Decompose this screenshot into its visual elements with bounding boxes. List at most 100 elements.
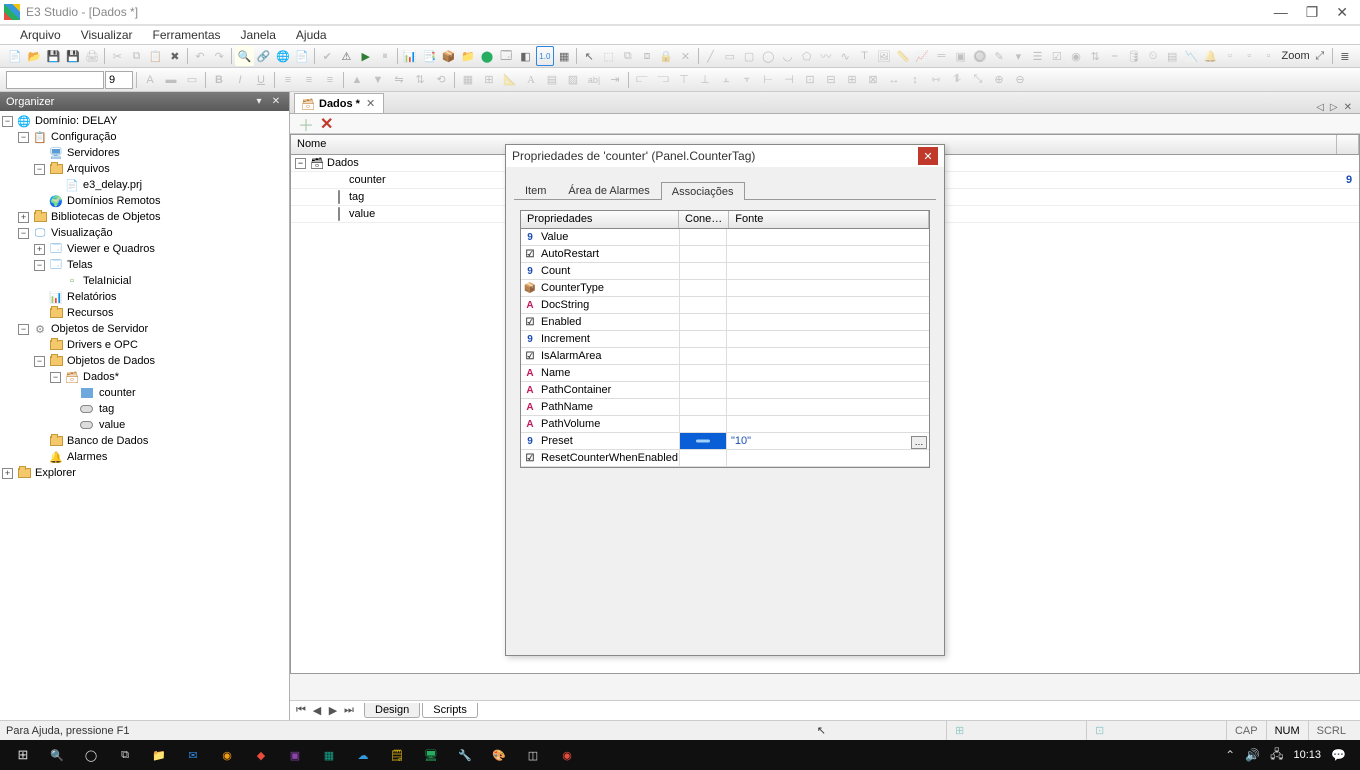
al7-icon[interactable]: ⊢ [758, 70, 778, 90]
tree-config[interactable]: Configuração [51, 131, 116, 143]
connection-cell[interactable] [679, 382, 727, 398]
flip-h-icon[interactable]: ⇋ [389, 70, 409, 90]
tool-e-icon[interactable]: ⬤ [478, 46, 496, 66]
image-icon[interactable]: 🖼 [875, 46, 893, 66]
app5-icon[interactable]: 🗒 [380, 740, 414, 770]
tool-a-icon[interactable]: 📊 [401, 46, 419, 66]
text2-icon[interactable]: A [521, 70, 541, 90]
snap-icon[interactable]: ⊞ [479, 70, 499, 90]
center-v-icon[interactable]: ⊖ [1010, 70, 1030, 90]
open-icon[interactable]: 📂 [25, 46, 43, 66]
shadow-icon[interactable]: ▤ [542, 70, 562, 90]
tree-objdados[interactable]: Objetos de Dados [67, 355, 155, 367]
app9-icon[interactable]: ◉ [550, 740, 584, 770]
slider-icon[interactable]: ⎯ [1105, 46, 1123, 66]
maximize-button[interactable]: ❐ [1306, 4, 1319, 21]
close-button[interactable]: ✕ [1336, 4, 1348, 21]
prop-row-autorestart[interactable]: ☑AutoRestart [521, 246, 929, 263]
ms-icon[interactable]: ▤ [1163, 46, 1181, 66]
tree-vis[interactable]: Visualização [51, 227, 113, 239]
volume-icon[interactable]: 🔊 [1245, 748, 1260, 762]
underline-icon[interactable]: U [251, 70, 271, 90]
prop-row-count[interactable]: 9Count [521, 263, 929, 280]
prop-row-preset[interactable]: 9Preset"10"… [521, 433, 929, 450]
menu-ajuda[interactable]: Ajuda [286, 26, 337, 44]
taskview-icon[interactable]: ⧉ [108, 740, 142, 770]
tank-icon[interactable]: 🛢 [1125, 46, 1143, 66]
al11-icon[interactable]: ⊞ [842, 70, 862, 90]
select-icon[interactable]: ⬚ [599, 46, 617, 66]
col-fonte[interactable]: Fonte [729, 211, 929, 228]
print-icon[interactable]: 🖨 [83, 46, 101, 66]
alarm-icon[interactable]: 🔔 [1202, 46, 1220, 66]
tool-f-icon[interactable]: 🗔 [497, 46, 515, 66]
tool-d-icon[interactable]: 📁 [459, 46, 477, 66]
ellipse-icon[interactable]: ◯ [759, 46, 777, 66]
minimize-button[interactable]: — [1274, 4, 1288, 21]
search-icon[interactable]: 🔍 [40, 740, 74, 770]
tab-nav-close-icon[interactable]: ✕ [1344, 102, 1352, 113]
tab-associacoes[interactable]: Associações [661, 182, 745, 200]
browser-icon[interactable]: ◉ [210, 740, 244, 770]
tab-dados[interactable]: 🗃 Dados * ✕ [294, 93, 384, 113]
app7-icon[interactable]: 🔧 [448, 740, 482, 770]
text-icon[interactable]: T [855, 46, 873, 66]
e3studio-task-icon[interactable]: ◫ [516, 740, 550, 770]
connection-cell[interactable] [679, 365, 727, 381]
tree-domrem[interactable]: Domínios Remotos [67, 195, 161, 207]
pause-icon[interactable]: ⏸ [376, 46, 394, 66]
cursor-icon[interactable]: ↖ [580, 46, 598, 66]
polyline-icon[interactable]: 〰 [817, 46, 835, 66]
app8-icon[interactable]: 🎨 [482, 740, 516, 770]
tool-b-icon[interactable]: 📑 [420, 46, 438, 66]
fillcolor-icon[interactable]: ▬ [161, 70, 181, 90]
combo-icon[interactable]: ▾ [1009, 46, 1027, 66]
prop-row-pathvolume[interactable]: APathVolume [521, 416, 929, 433]
tree-tag[interactable]: tag [99, 403, 114, 415]
spin-icon[interactable]: ⇅ [1086, 46, 1104, 66]
menu-arquivo[interactable]: Arquivo [10, 26, 71, 44]
redo-icon[interactable]: ↷ [210, 46, 228, 66]
start-button[interactable]: ⊞ [6, 740, 40, 770]
remove-item-icon[interactable]: ✕ [320, 114, 333, 134]
clock-text[interactable]: 10:13 [1294, 749, 1322, 761]
connection-cell[interactable] [679, 331, 727, 347]
al5-icon[interactable]: ⫠ [716, 70, 736, 90]
menu-ferramentas[interactable]: Ferramentas [143, 26, 231, 44]
bt-last-icon[interactable]: ⏭ [342, 704, 356, 717]
lock-icon[interactable]: 🔒 [657, 46, 675, 66]
al9-icon[interactable]: ⊡ [800, 70, 820, 90]
flip-v-icon[interactable]: ⇅ [410, 70, 430, 90]
al10-icon[interactable]: ⊟ [821, 70, 841, 90]
connection-cell[interactable] [679, 348, 727, 364]
rotate-icon[interactable]: ⟲ [431, 70, 451, 90]
italic-icon[interactable]: I [230, 70, 250, 90]
arc-icon[interactable]: ◡ [778, 46, 796, 66]
tree-viewer[interactable]: Viewer e Quadros [67, 243, 155, 255]
send-back-icon[interactable]: ▼ [368, 70, 388, 90]
tab-icon[interactable]: ⇥ [605, 70, 625, 90]
al4-icon[interactable]: ⊥ [695, 70, 715, 90]
tab-item[interactable]: Item [514, 181, 557, 199]
size-w-icon[interactable]: ⇿ [926, 70, 946, 90]
grid-icon[interactable]: ▦ [458, 70, 478, 90]
bt-next-icon[interactable]: ▶ [326, 704, 340, 717]
tab-nav-right-icon[interactable]: ▷ [1330, 102, 1338, 113]
more1-icon[interactable]: ▫ [1221, 46, 1239, 66]
tree-arquivos[interactable]: Arquivos [67, 163, 110, 175]
prop-row-countertype[interactable]: 📦CounterType [521, 280, 929, 297]
tree-bib[interactable]: Bibliotecas de Objetos [51, 211, 160, 223]
connection-cell[interactable] [679, 399, 727, 415]
app3-icon[interactable]: ▦ [312, 740, 346, 770]
new-icon[interactable]: 📄 [6, 46, 24, 66]
menu-visualizar[interactable]: Visualizar [71, 26, 143, 44]
tree-telaini[interactable]: TelaInicial [83, 275, 131, 287]
prop-row-docstring[interactable]: ADocString [521, 297, 929, 314]
menu-janela[interactable]: Janela [231, 26, 286, 44]
line-icon[interactable]: ╱ [701, 46, 719, 66]
connection-cell[interactable] [679, 314, 727, 330]
fonte-cell[interactable]: "10"… [727, 435, 929, 447]
prop-row-name[interactable]: AName [521, 365, 929, 382]
more2-icon[interactable]: ▫ [1240, 46, 1258, 66]
tool-c-icon[interactable]: 📦 [439, 46, 457, 66]
